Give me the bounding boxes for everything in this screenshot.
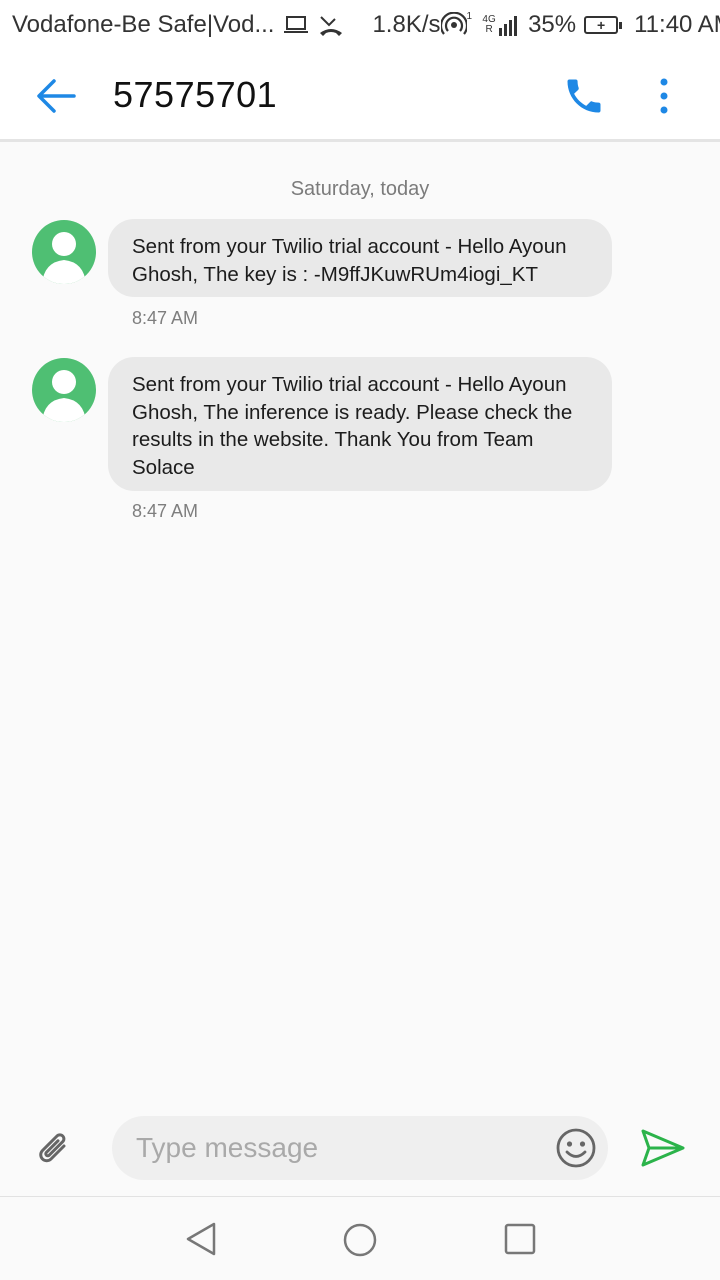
navigation-bar [0,1196,720,1280]
avatar[interactable] [32,358,96,422]
more-vertical-icon [660,78,668,114]
hotspot-count: 1 [466,11,473,22]
message-text: Sent from your Twilio trial account - He… [132,373,573,479]
back-button[interactable] [34,76,78,116]
nav-back-icon [186,1222,216,1256]
avatar[interactable] [32,220,96,284]
attach-button[interactable] [34,1126,78,1170]
battery-icon: + [584,16,623,34]
message-input[interactable] [136,1116,536,1180]
status-bar: Vodafone-Be Safe|Vod... 1.8K/s 1 4G R 35… [0,0,720,50]
carrier-name: Vodafone-Be Safe|Vod... [12,11,275,38]
message-text: Sent from your Twilio trial account - He… [132,235,567,286]
missed-call-icon [318,13,344,37]
phone-icon [567,79,601,113]
app-bar: 57575701 [0,50,720,142]
nav-home-button[interactable] [342,1222,378,1258]
call-button[interactable] [562,74,606,118]
message-time: 8:47 AM [132,501,199,521]
message-time: 8:47 AM [132,308,199,328]
send-button[interactable] [640,1128,686,1168]
battery-percent: 35% [528,11,577,38]
contact-title: 57575701 [113,74,278,115]
nav-home-icon [343,1223,377,1257]
person-icon [42,370,86,422]
hotspot-icon: 1 [440,11,473,38]
emoji-icon [556,1128,596,1168]
compose-box [112,1116,608,1180]
emoji-button[interactable] [554,1126,598,1170]
nav-recents-button[interactable] [504,1223,536,1255]
signal-icon: 4G R [480,14,520,36]
laptop-icon [284,15,309,35]
clock: 11:40 AM [634,11,720,38]
person-icon [42,232,86,284]
paperclip-icon [39,1133,66,1163]
back-arrow-icon [37,79,76,113]
network-speed: 1.8K/s [372,11,441,38]
nav-recents-icon [504,1223,536,1255]
message-bubble[interactable]: Sent from your Twilio trial account - He… [108,357,612,491]
message-bubble[interactable]: Sent from your Twilio trial account - He… [108,219,612,297]
nav-back-button[interactable] [184,1221,218,1257]
send-icon [641,1129,685,1167]
more-options-button[interactable] [650,74,678,118]
date-separator: Saturday, today [290,178,430,200]
network-type: 4G R [482,14,496,35]
